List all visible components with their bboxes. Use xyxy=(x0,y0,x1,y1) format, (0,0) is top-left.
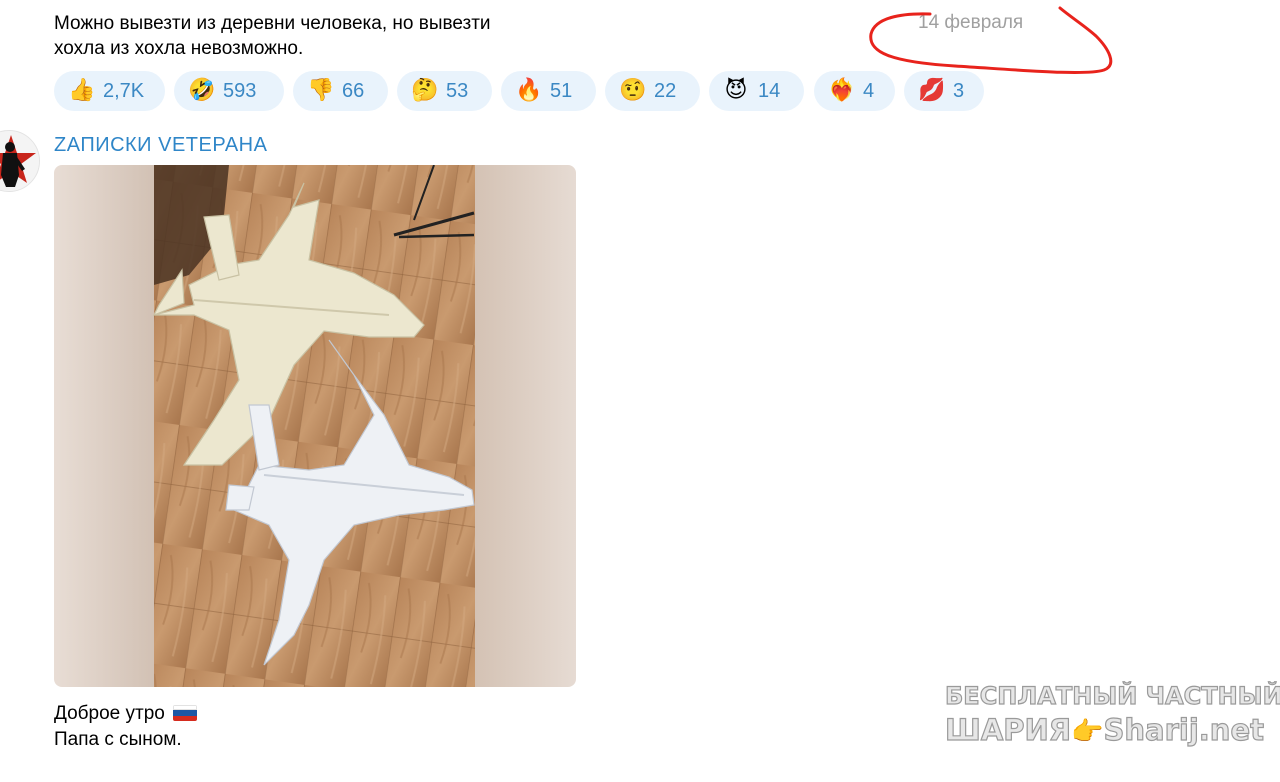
thumbs-up-icon: 👍 xyxy=(68,78,96,103)
reaction-count: 66 xyxy=(342,79,365,102)
reaction-count: 53 xyxy=(446,79,469,102)
pointing-hand-icon: 👉 xyxy=(1071,717,1104,748)
channel-avatar[interactable] xyxy=(0,130,40,192)
fire-icon: 🔥 xyxy=(515,78,543,103)
raised-eyebrow-icon: 🤨 xyxy=(619,78,647,103)
red-circle-annotation xyxy=(869,6,1113,75)
russia-flag-icon xyxy=(172,705,197,721)
message-caption: Доброе утро Папа с сыном. xyxy=(54,701,197,753)
reaction-thumbs-down[interactable]: 👎 66 xyxy=(293,71,388,111)
rofl-icon: 🤣 xyxy=(188,78,216,103)
devil-icon: 😈 xyxy=(724,78,748,103)
telegram-channel-view: Можно вывезти из деревни человека, но вы… xyxy=(0,0,1280,782)
reaction-raised-eyebrow[interactable]: 🤨 22 xyxy=(605,71,700,111)
soldier-star-icon xyxy=(0,131,39,191)
heart-on-fire-icon: ❤️‍🔥 xyxy=(828,78,856,103)
sharij-watermark: БЕСПЛАТНЫЙ ЧАСТНЫЙ ШАРИЯ👉Sharij.net xyxy=(944,680,1280,750)
reaction-devil[interactable]: 😈 14 xyxy=(709,71,804,111)
reaction-count: 2,7K xyxy=(103,79,145,102)
caption-line: Папа с сыном. xyxy=(54,729,182,750)
previous-message-line: хохла из хохла невозможно. xyxy=(54,38,304,59)
watermark-line-1: БЕСПЛАТНЫЙ ЧАСТНЫЙ xyxy=(944,681,1280,710)
reaction-heart-on-fire[interactable]: ❤️‍🔥 4 xyxy=(814,71,895,111)
watermark-line-2: ШАРИЯ👉Sharij.net xyxy=(944,712,1264,750)
reaction-count: 3 xyxy=(953,79,965,102)
reaction-count: 22 xyxy=(654,79,677,102)
caption-text: Доброе утро xyxy=(54,703,165,724)
reaction-count: 593 xyxy=(223,79,257,102)
kiss-mark-icon: 💋 xyxy=(918,78,946,103)
reaction-thumbs-up[interactable]: 👍 2,7K xyxy=(54,71,165,111)
reaction-count: 51 xyxy=(550,79,573,102)
model-aircraft-photo xyxy=(54,165,576,687)
watermark-name: ШАРИЯ xyxy=(944,712,1072,747)
reaction-thinking[interactable]: 🤔 53 xyxy=(397,71,492,111)
reaction-rofl[interactable]: 🤣 593 xyxy=(174,71,284,111)
message-photo[interactable] xyxy=(54,165,576,687)
caption-line: Доброе утро xyxy=(54,701,197,727)
watermark-site: Sharij.net xyxy=(1103,712,1265,747)
sender-name[interactable]: ZАПИСКИ VЕТЕРАНА xyxy=(54,134,267,157)
reaction-kiss-mark[interactable]: 💋 3 xyxy=(904,71,984,111)
reaction-count: 4 xyxy=(863,79,875,102)
thinking-face-icon: 🤔 xyxy=(411,78,439,103)
previous-message-text: Можно вывезти из деревни человека, но вы… xyxy=(54,11,614,61)
thumbs-down-icon: 👎 xyxy=(307,78,335,103)
reaction-count: 14 xyxy=(758,79,781,102)
previous-message-line: Можно вывезти из деревни человека, но вы… xyxy=(54,13,491,34)
reaction-fire[interactable]: 🔥 51 xyxy=(501,71,596,111)
